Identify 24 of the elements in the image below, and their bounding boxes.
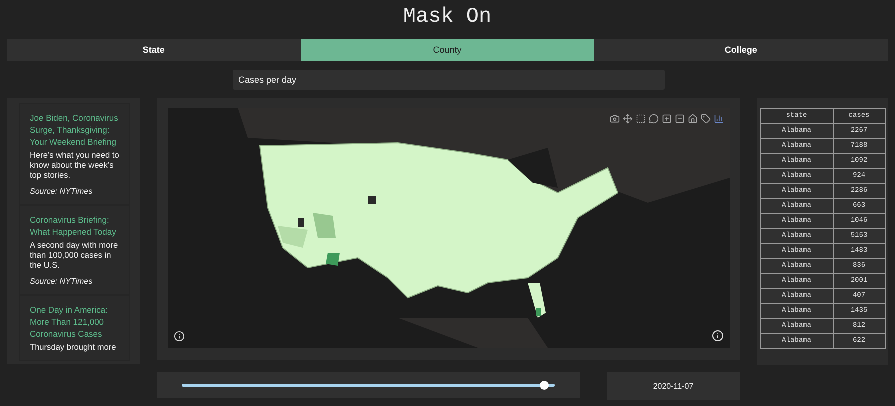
tag-icon[interactable] [701,114,711,124]
move-icon[interactable] [623,114,633,124]
news-source: Source: NYTimes [30,277,94,286]
date-display: 2020-11-07 [607,372,740,400]
zoom-out-icon[interactable] [675,114,685,124]
app-title: Mask On [402,6,493,31]
bar-chart-icon[interactable] [714,114,724,124]
news-headline[interactable]: Joe Biden, Coronavirus Surge, Thanksgiving: Your Weekend Briefing [30,112,123,148]
zoom-in-icon[interactable] [662,114,672,124]
box-select-icon[interactable] [636,114,646,124]
info-icon[interactable] [712,330,724,342]
tab[interactable]: College [594,39,888,61]
news-summary: Here’s what you need to know about the week’s top stories. [30,150,120,180]
news-summary: Thursday brought more [30,342,118,352]
news-headline[interactable]: Coronavirus Briefing: What Happened Today [30,214,123,238]
slider-thumb[interactable] [540,380,549,390]
home-icon[interactable] [688,114,698,124]
tab[interactable]: State [7,39,301,61]
news-source: Source: NYTimes [30,187,94,196]
news-headline[interactable]: One Day in America: More Than 121,000 Coronavirus Cases [30,304,123,340]
tab[interactable]: County [300,39,594,61]
metric-dropdown[interactable]: Cases per day [232,70,664,90]
camera-icon[interactable] [610,114,620,124]
news-summary: A second day with more than 100,000 cases in the U.S. [30,240,120,270]
